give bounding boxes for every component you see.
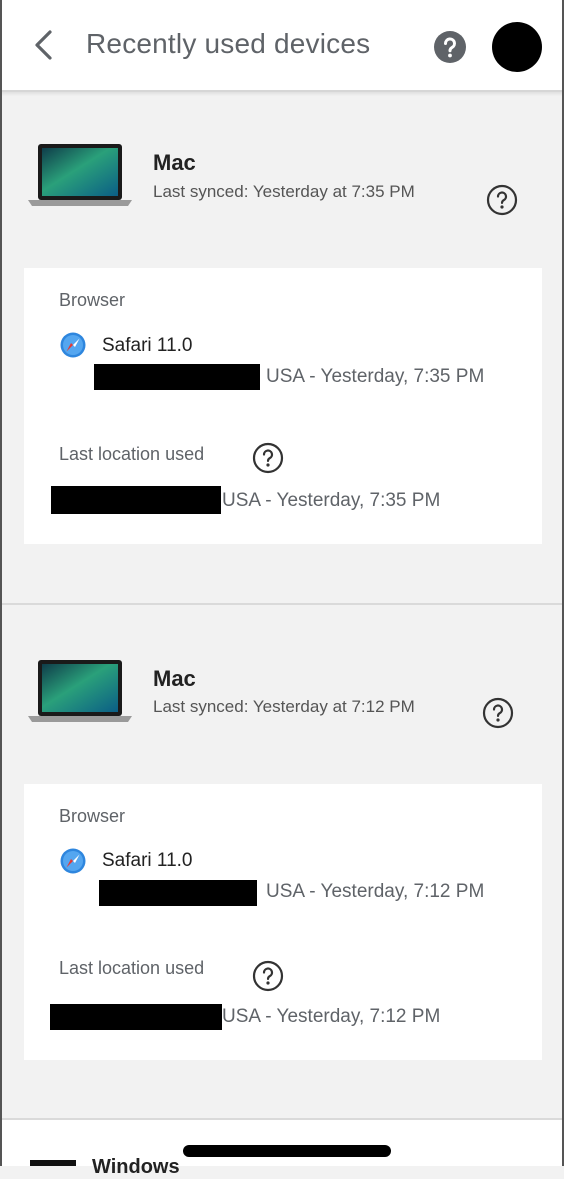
browser-location: USA - Yesterday, 7:12 PM xyxy=(266,881,485,902)
section-divider xyxy=(0,603,564,605)
device-details-card: Browser Safari 11.0 USA - Yesterday, 7:3… xyxy=(24,268,542,544)
last-location: USA - Yesterday, 7:12 PM xyxy=(222,1006,441,1027)
redacted-text xyxy=(51,486,221,514)
desktop-icon xyxy=(30,1160,76,1166)
screen-border-left xyxy=(0,0,2,1166)
browser-name: Safari 11.0 xyxy=(102,850,193,871)
device-header[interactable]: Mac Last synced: Yesterday at 7:35 PM xyxy=(0,92,564,262)
safari-icon xyxy=(60,848,86,874)
page-title: Recently used devices xyxy=(86,28,371,59)
device-entry: Mac Last synced: Yesterday at 7:12 PM Br… xyxy=(0,606,564,1060)
device-name: Windows xyxy=(92,1156,180,1178)
redacted-text xyxy=(50,1004,222,1030)
device-name: Mac xyxy=(153,666,196,691)
last-location: USA - Yesterday, 7:35 PM xyxy=(222,490,441,511)
browser-label: Browser xyxy=(59,290,126,310)
device-entry-partial[interactable]: Windows xyxy=(0,1120,564,1178)
device-entry: Mac Last synced: Yesterday at 7:35 PM Br… xyxy=(0,92,564,544)
browser-name: Safari 11.0 xyxy=(102,335,193,356)
browser-location: USA - Yesterday, 7:35 PM xyxy=(266,366,485,387)
question-circle-icon[interactable] xyxy=(252,442,284,474)
laptop-icon xyxy=(28,144,132,206)
browser-label: Browser xyxy=(59,806,126,826)
device-name: Mac xyxy=(153,150,196,175)
redacted-text xyxy=(99,880,257,906)
last-location-label: Last location used xyxy=(59,444,205,464)
home-indicator[interactable] xyxy=(183,1145,391,1157)
device-details-card: Browser Safari 11.0 USA - Yesterday, 7:1… xyxy=(24,784,542,1060)
device-header[interactable]: Mac Last synced: Yesterday at 7:12 PM xyxy=(0,606,564,776)
question-circle-icon[interactable] xyxy=(486,184,518,216)
help-icon[interactable] xyxy=(434,31,466,63)
question-circle-icon[interactable] xyxy=(252,960,284,992)
last-location-label: Last location used xyxy=(59,958,205,978)
last-synced: Last synced: Yesterday at 7:12 PM xyxy=(153,697,415,716)
safari-icon xyxy=(60,332,86,358)
back-arrow-icon[interactable] xyxy=(28,28,62,62)
redacted-text xyxy=(94,364,260,390)
laptop-icon xyxy=(28,660,132,722)
account-avatar[interactable] xyxy=(492,22,542,72)
last-synced: Last synced: Yesterday at 7:35 PM xyxy=(153,182,415,201)
app-bar: Recently used devices xyxy=(0,0,564,92)
question-circle-icon[interactable] xyxy=(482,697,514,729)
